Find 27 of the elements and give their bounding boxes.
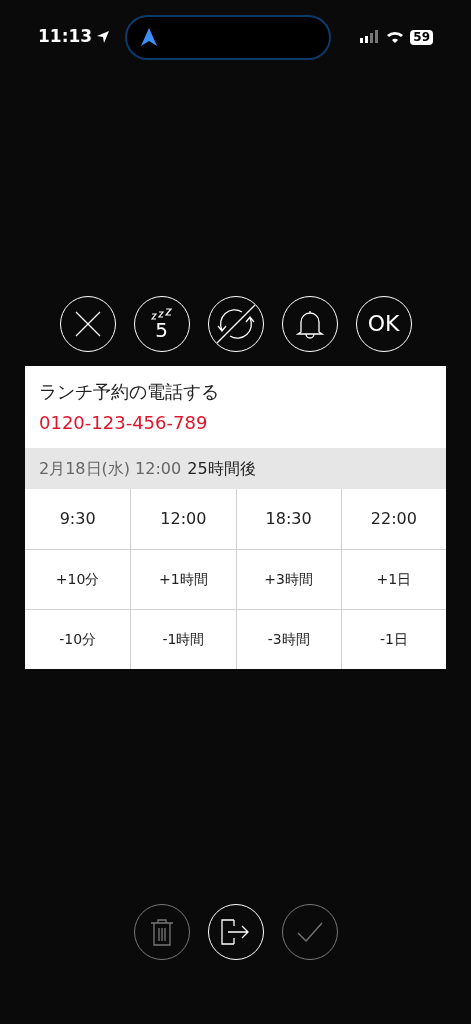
- time-option-button[interactable]: 9:30: [25, 489, 131, 549]
- time-option-button[interactable]: 18:30: [235, 489, 341, 549]
- time-option-button[interactable]: +10分: [25, 549, 131, 609]
- time-option-button[interactable]: +1時間: [130, 549, 236, 609]
- battery-indicator: 59: [410, 29, 433, 45]
- time-option-button[interactable]: +3時間: [235, 549, 341, 609]
- time-option-button[interactable]: -10分: [25, 609, 131, 669]
- sleep-icon: [150, 308, 173, 320]
- time-option-button[interactable]: -1日: [340, 609, 446, 669]
- check-icon: [295, 921, 324, 943]
- time-option-button[interactable]: -1時間: [130, 609, 236, 669]
- location-arrow-icon: [96, 30, 110, 44]
- relative-time: 25時間後: [187, 457, 256, 480]
- status-time: 11:13: [38, 25, 94, 49]
- time-option-button[interactable]: 22:00: [340, 489, 446, 549]
- trash-icon: [148, 917, 175, 947]
- reminder-title: ランチ予約の電話する: [39, 380, 220, 404]
- time-option-button[interactable]: 12:00: [130, 489, 236, 549]
- signal-icon: [360, 30, 381, 44]
- time-option-button[interactable]: +1日: [340, 549, 446, 609]
- time-option-button[interactable]: -3時間: [235, 609, 341, 669]
- bell-icon: [295, 309, 324, 339]
- phone-number: 0120-123-456-789: [39, 411, 209, 435]
- reminder-date: 2月18日(水) 12:00: [39, 457, 182, 480]
- navigation-arrow-icon: [141, 28, 157, 46]
- close-icon: [74, 311, 101, 337]
- wifi-icon: [386, 30, 405, 44]
